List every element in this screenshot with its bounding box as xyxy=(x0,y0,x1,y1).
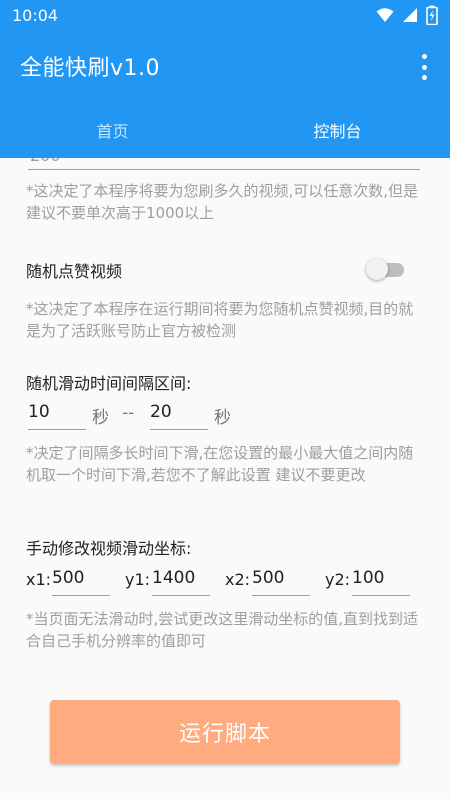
hint-interval: *决定了间隔多长时间下滑,在您设置的最小最大值之间内随机取一个时间下滑,若您不了… xyxy=(26,444,414,484)
hint-coords: *当页面无法滑动时,尝试更改这里滑动坐标的值,直到找到适合自己手机分辨率的值即可 xyxy=(26,610,419,650)
random-like-label: 随机点赞视频 xyxy=(26,262,123,281)
y2-input[interactable]: 100 xyxy=(352,566,410,596)
hint-duration: *这决定了本程序将要为您刷多久的视频,可以任意次数,但是建议不要单次高于1000… xyxy=(26,182,419,222)
run-script-button[interactable]: 运行脚本 xyxy=(50,700,400,764)
signal-icon xyxy=(403,8,417,22)
tab-bar: 首页 控制台 xyxy=(0,102,450,158)
x1-label: x1: xyxy=(26,570,52,589)
random-like-switch[interactable] xyxy=(366,258,406,280)
app-bar: 全能快刷v1.0 xyxy=(0,32,450,102)
battery-charging-icon xyxy=(426,5,438,25)
x2-input[interactable]: 500 xyxy=(252,566,310,596)
status-time: 10:04 xyxy=(12,6,59,25)
console-content[interactable]: 200 *这决定了本程序将要为您刷多久的视频,可以任意次数,但是建议不要单次高于… xyxy=(0,158,450,799)
interval-separator: -- xyxy=(122,403,135,423)
y2-label: y2: xyxy=(325,570,351,589)
overflow-menu-icon[interactable] xyxy=(414,52,434,82)
y1-label: y1: xyxy=(125,570,151,589)
interval-min-input[interactable]: 10 xyxy=(28,400,86,430)
wifi-icon xyxy=(376,8,394,22)
hint-like: *这决定了本程序在运行期间将要为您随机点赞视频,目的就是为了活跃账号防止官方被检… xyxy=(26,300,414,340)
y1-input[interactable]: 1400 xyxy=(152,566,210,596)
tab-console[interactable]: 控制台 xyxy=(225,102,450,158)
interval-max-input[interactable]: 20 xyxy=(150,400,208,430)
interval-label: 随机滑动时间间隔区间: xyxy=(26,374,192,393)
status-bar: 10:04 xyxy=(0,0,450,32)
app-title: 全能快刷v1.0 xyxy=(20,56,161,81)
duration-field[interactable]: 200 xyxy=(28,158,420,170)
interval-min-unit: 秒 xyxy=(92,408,109,428)
duration-field-value: 200 xyxy=(30,158,61,165)
interval-max-unit: 秒 xyxy=(214,408,231,428)
tab-home[interactable]: 首页 xyxy=(0,102,225,158)
status-icons xyxy=(376,5,438,25)
x1-input[interactable]: 500 xyxy=(52,566,110,596)
coords-label: 手动修改视频滑动坐标: xyxy=(26,539,192,558)
x2-label: x2: xyxy=(225,570,251,589)
